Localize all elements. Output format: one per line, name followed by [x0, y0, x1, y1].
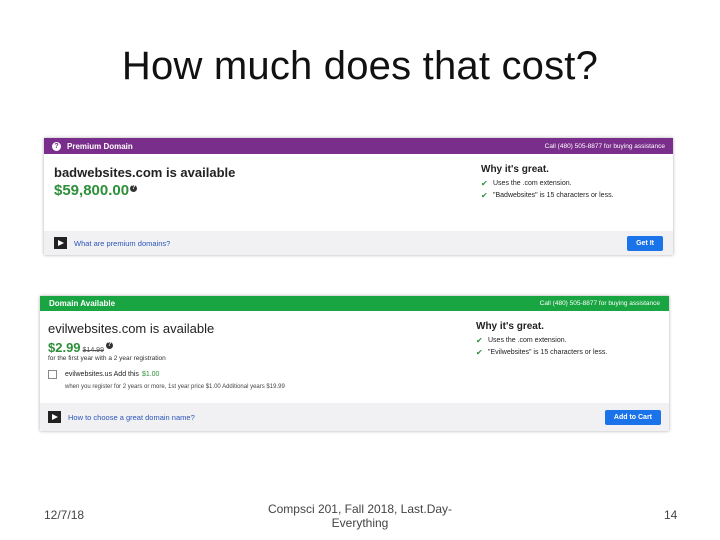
- premium-why-title: Why it's great.: [481, 164, 549, 175]
- available-domain-card: Domain Available Call (480) 505-8877 for…: [40, 296, 669, 431]
- available-why-item: Uses the .com extension.: [488, 337, 567, 344]
- footer-date: 12/7/18: [44, 508, 85, 522]
- checkmark-icon: ✔: [481, 191, 488, 200]
- add-to-cart-button[interactable]: Add to Cart: [604, 409, 661, 425]
- premium-header: ? Premium Domain Call (480) 505-8877 for…: [44, 138, 673, 154]
- available-why-item: "Evilwebsites" is 15 characters or less.: [488, 349, 608, 356]
- get-it-button[interactable]: Get It: [627, 235, 663, 251]
- info-icon[interactable]: ?: [105, 342, 113, 349]
- available-why-panel: Why it's great. ✔ Uses the .com extensio…: [476, 321, 607, 360]
- premium-header-title: Premium Domain: [67, 141, 133, 151]
- list-item: ✔ Uses the .com extension.: [481, 179, 614, 188]
- available-header-title: Domain Available: [49, 299, 116, 308]
- premium-header-phone[interactable]: Call (480) 505-8877 for buying assistanc…: [545, 143, 665, 150]
- question-icon: ?: [52, 141, 61, 151]
- list-item: ✔ "Evilwebsites" is 15 characters or les…: [476, 348, 607, 357]
- premium-info-link[interactable]: What are premium domains?: [74, 239, 170, 248]
- premium-why-item: Uses the .com extension.: [493, 180, 572, 187]
- available-header-phone[interactable]: Call (480) 505-8877 for buying assistanc…: [540, 300, 660, 307]
- available-price: $2.99: [48, 340, 81, 355]
- addon-label: evilwebsites.us Add this: [65, 371, 139, 378]
- addon-checkbox[interactable]: [48, 370, 57, 379]
- footer-course: Compsci 201, Fall 2018, Last.Day-Everyth…: [267, 502, 453, 530]
- available-info-link[interactable]: How to choose a great domain name?: [68, 413, 195, 422]
- checkmark-icon: ✔: [481, 179, 488, 188]
- addon-price: $1.00: [141, 371, 160, 378]
- available-why-title: Why it's great.: [476, 321, 544, 332]
- premium-price-block: $59,800.00?: [54, 182, 138, 199]
- info-icon[interactable]: ?: [130, 185, 138, 192]
- addon-note: when you register for 2 years or more, 1…: [65, 384, 285, 390]
- available-price-subtext: for the first year with a 2 year registr…: [48, 355, 166, 362]
- premium-why-panel: Why it's great. ✔ Uses the .com extensio…: [481, 164, 614, 203]
- available-domain-name: evilwebsites.com is available: [48, 321, 215, 336]
- premium-why-item: "Badwebsites" is 15 characters or less.: [493, 192, 614, 199]
- premium-footer: What are premium domains? Get It: [44, 231, 673, 255]
- video-play-icon[interactable]: [54, 237, 67, 249]
- premium-domain-card: ? Premium Domain Call (480) 505-8877 for…: [44, 138, 673, 255]
- available-old-price: $14.99: [82, 347, 104, 354]
- available-footer: How to choose a great domain name? Add t…: [40, 403, 669, 431]
- addon-row: evilwebsites.us Add this $1.00: [48, 370, 159, 379]
- available-header: Domain Available Call (480) 505-8877 for…: [40, 296, 669, 311]
- checkmark-icon: ✔: [476, 348, 483, 357]
- premium-domain-name: badwebsites.com is available: [54, 165, 236, 180]
- available-price-block: $2.99 $14.99?: [48, 340, 113, 355]
- list-item: ✔ "Badwebsites" is 15 characters or less…: [481, 191, 614, 200]
- checkmark-icon: ✔: [476, 336, 483, 345]
- video-play-icon[interactable]: [48, 411, 61, 423]
- footer-page-number: 14: [664, 508, 678, 522]
- slide-title: How much does that cost?: [121, 44, 599, 88]
- list-item: ✔ Uses the .com extension.: [476, 336, 607, 345]
- premium-price: $59,800.00: [54, 182, 130, 199]
